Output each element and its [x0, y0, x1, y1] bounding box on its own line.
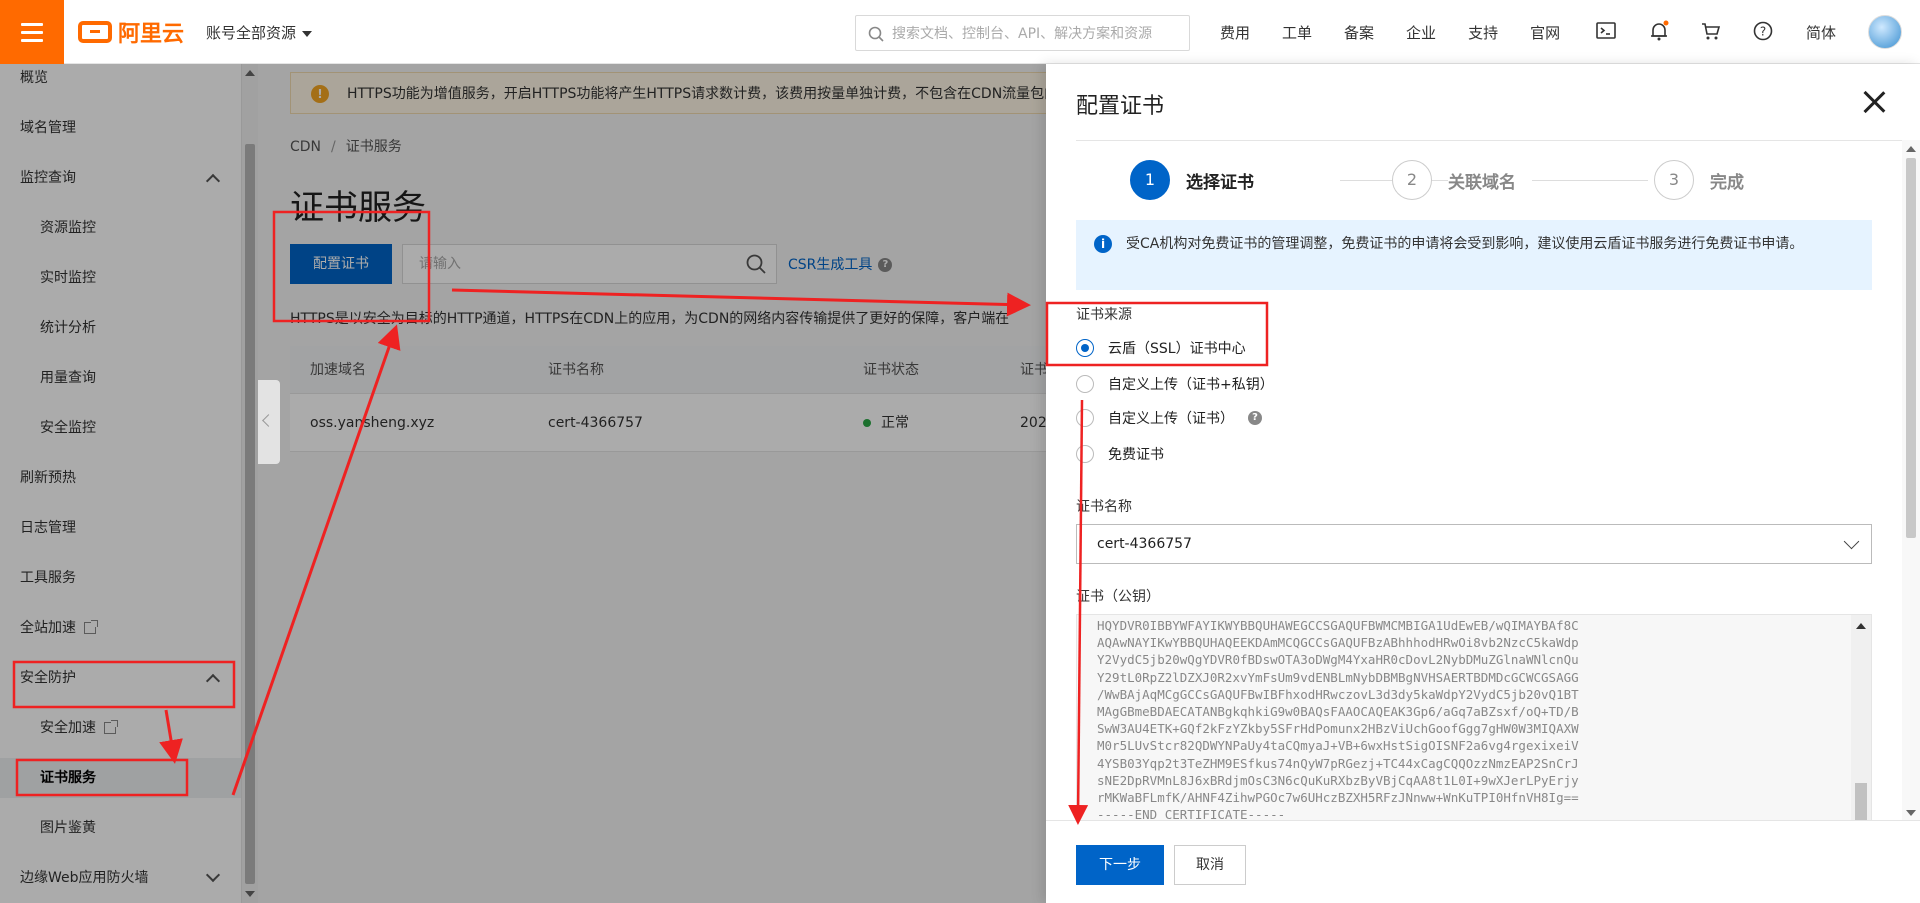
ca-info-banner: i 受CA机构对免费证书的管理调整，免费证书的申请将会受到影响，建议使用云盾证书服…	[1076, 220, 1872, 290]
drawer-title: 配置证书	[1076, 94, 1165, 119]
chevron-down-icon	[1843, 533, 1860, 550]
step-select-certificate: 1 选择证书	[1130, 160, 1254, 200]
scroll-up-icon[interactable]	[1856, 623, 1866, 629]
nav-official-site[interactable]: 官网	[1530, 22, 1560, 43]
help-icon[interactable]: ?	[1248, 411, 1262, 425]
collapse-sidebar-handle[interactable]	[258, 380, 280, 464]
scroll-down-icon[interactable]	[1906, 810, 1916, 816]
radio-ssl-center[interactable]: 云盾（SSL）证书中心	[1076, 338, 1246, 358]
top-nav: 费用 工单 备案 企业 支持 官网	[1220, 0, 1592, 64]
certificate-name-select[interactable]: cert-4366757	[1076, 524, 1872, 564]
bell-icon[interactable]	[1648, 20, 1670, 42]
terminal-icon[interactable]	[1595, 20, 1617, 42]
wizard-steps: 1 选择证书 2 关联域名 3 完成	[1046, 160, 1920, 210]
nav-fees[interactable]: 费用	[1220, 22, 1250, 43]
modal-overlay[interactable]	[0, 64, 1046, 903]
nav-tickets[interactable]: 工单	[1282, 22, 1312, 43]
drawer-scrollbar[interactable]	[1902, 140, 1920, 820]
nav-support[interactable]: 支持	[1468, 22, 1498, 43]
caret-down-icon	[302, 30, 313, 37]
drawer-footer: 下一步 取消	[1046, 820, 1920, 903]
nav-icp[interactable]: 备案	[1344, 22, 1374, 43]
step-complete: 3 完成	[1654, 160, 1744, 200]
public-key-label: 证书（公钥）	[1076, 589, 1160, 605]
help-icon[interactable]: ?	[1752, 20, 1774, 42]
menu-icon[interactable]	[0, 0, 64, 64]
radio-free-cert[interactable]: 免费证书	[1076, 444, 1164, 464]
info-icon: i	[1094, 235, 1112, 253]
aliyun-logo[interactable]: 阿里云	[78, 16, 184, 48]
configure-certificate-drawer: 配置证书 1 选择证书 2 关联域名 3 完成 i 受CA机构对免费证书的管理调整，免费…	[1046, 64, 1920, 903]
svg-text:?: ?	[1760, 25, 1766, 39]
next-step-button[interactable]: 下一步	[1076, 845, 1164, 885]
avatar[interactable]	[1868, 15, 1902, 49]
step-associate-domain: 2 关联域名	[1392, 160, 1516, 200]
certificate-textarea[interactable]: HQYDVR0IBBYWFAYIKWYBBQUHAWEGCCSGAQUFBWMC…	[1076, 614, 1872, 824]
scroll-up-icon[interactable]	[1906, 146, 1916, 152]
textarea-scrollbar[interactable]	[1851, 615, 1871, 823]
radio-custom-cert[interactable]: 自定义上传（证书）?	[1076, 408, 1262, 428]
close-icon[interactable]	[1862, 90, 1886, 114]
certificate-source-label: 证书来源	[1076, 307, 1132, 323]
radio-custom-cert-key[interactable]: 自定义上传（证书+私钥）	[1076, 374, 1274, 394]
nav-enterprise[interactable]: 企业	[1406, 22, 1436, 43]
cancel-button[interactable]: 取消	[1174, 845, 1246, 885]
top-bar: 阿里云 账号全部资源 搜索文档、控制台、API、解决方案和资源 费用 工单 备案…	[0, 0, 1920, 64]
search-icon	[868, 26, 884, 42]
certificate-name-label: 证书名称	[1076, 499, 1132, 515]
language-switch[interactable]: 简体	[1806, 22, 1836, 43]
cart-icon[interactable]	[1700, 20, 1722, 42]
global-search-input[interactable]: 搜索文档、控制台、API、解决方案和资源	[855, 15, 1190, 51]
account-resources-dropdown[interactable]: 账号全部资源	[206, 22, 313, 43]
